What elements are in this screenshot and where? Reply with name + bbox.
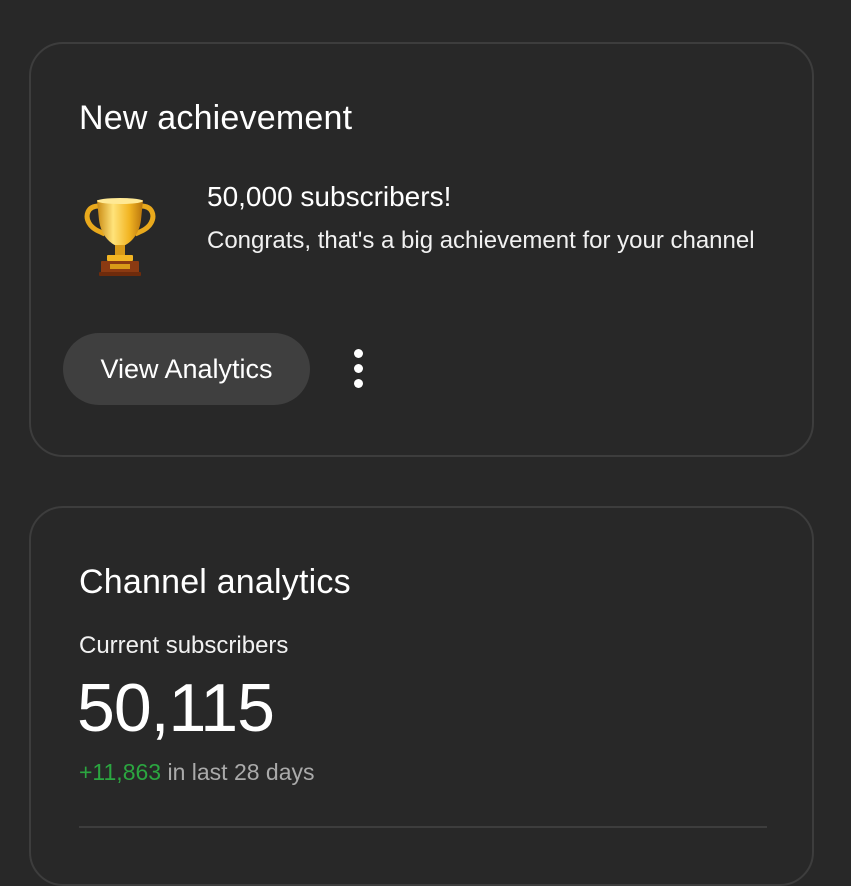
achievement-details: 50,000 subscribers! Congrats, that's a b… bbox=[207, 177, 767, 261]
more-dot bbox=[354, 379, 363, 388]
achievement-card: New achievement 50,000 subscribers! Cong… bbox=[29, 42, 814, 457]
trophy-icon bbox=[84, 198, 156, 276]
view-analytics-button[interactable]: View Analytics bbox=[63, 333, 310, 405]
channel-analytics-card: Channel analytics Current subscribers 50… bbox=[29, 506, 814, 886]
current-subscribers-value: 50,115 bbox=[77, 670, 275, 746]
achievement-description: Congrats, that's a big achievement for y… bbox=[207, 227, 755, 254]
divider bbox=[79, 826, 767, 828]
subscriber-change: +11,863 in last 28 days bbox=[79, 759, 315, 786]
subscriber-change-period: in last 28 days bbox=[167, 759, 315, 785]
more-vert-icon[interactable] bbox=[339, 347, 379, 391]
subscriber-change-value: +11,863 bbox=[79, 759, 162, 785]
more-dot bbox=[354, 364, 363, 373]
analytics-card-title: Channel analytics bbox=[79, 563, 351, 601]
achievement-card-title: New achievement bbox=[79, 99, 353, 137]
more-dot bbox=[354, 349, 363, 358]
current-subscribers-label: Current subscribers bbox=[79, 632, 289, 659]
achievement-heading: 50,000 subscribers! bbox=[207, 181, 452, 212]
